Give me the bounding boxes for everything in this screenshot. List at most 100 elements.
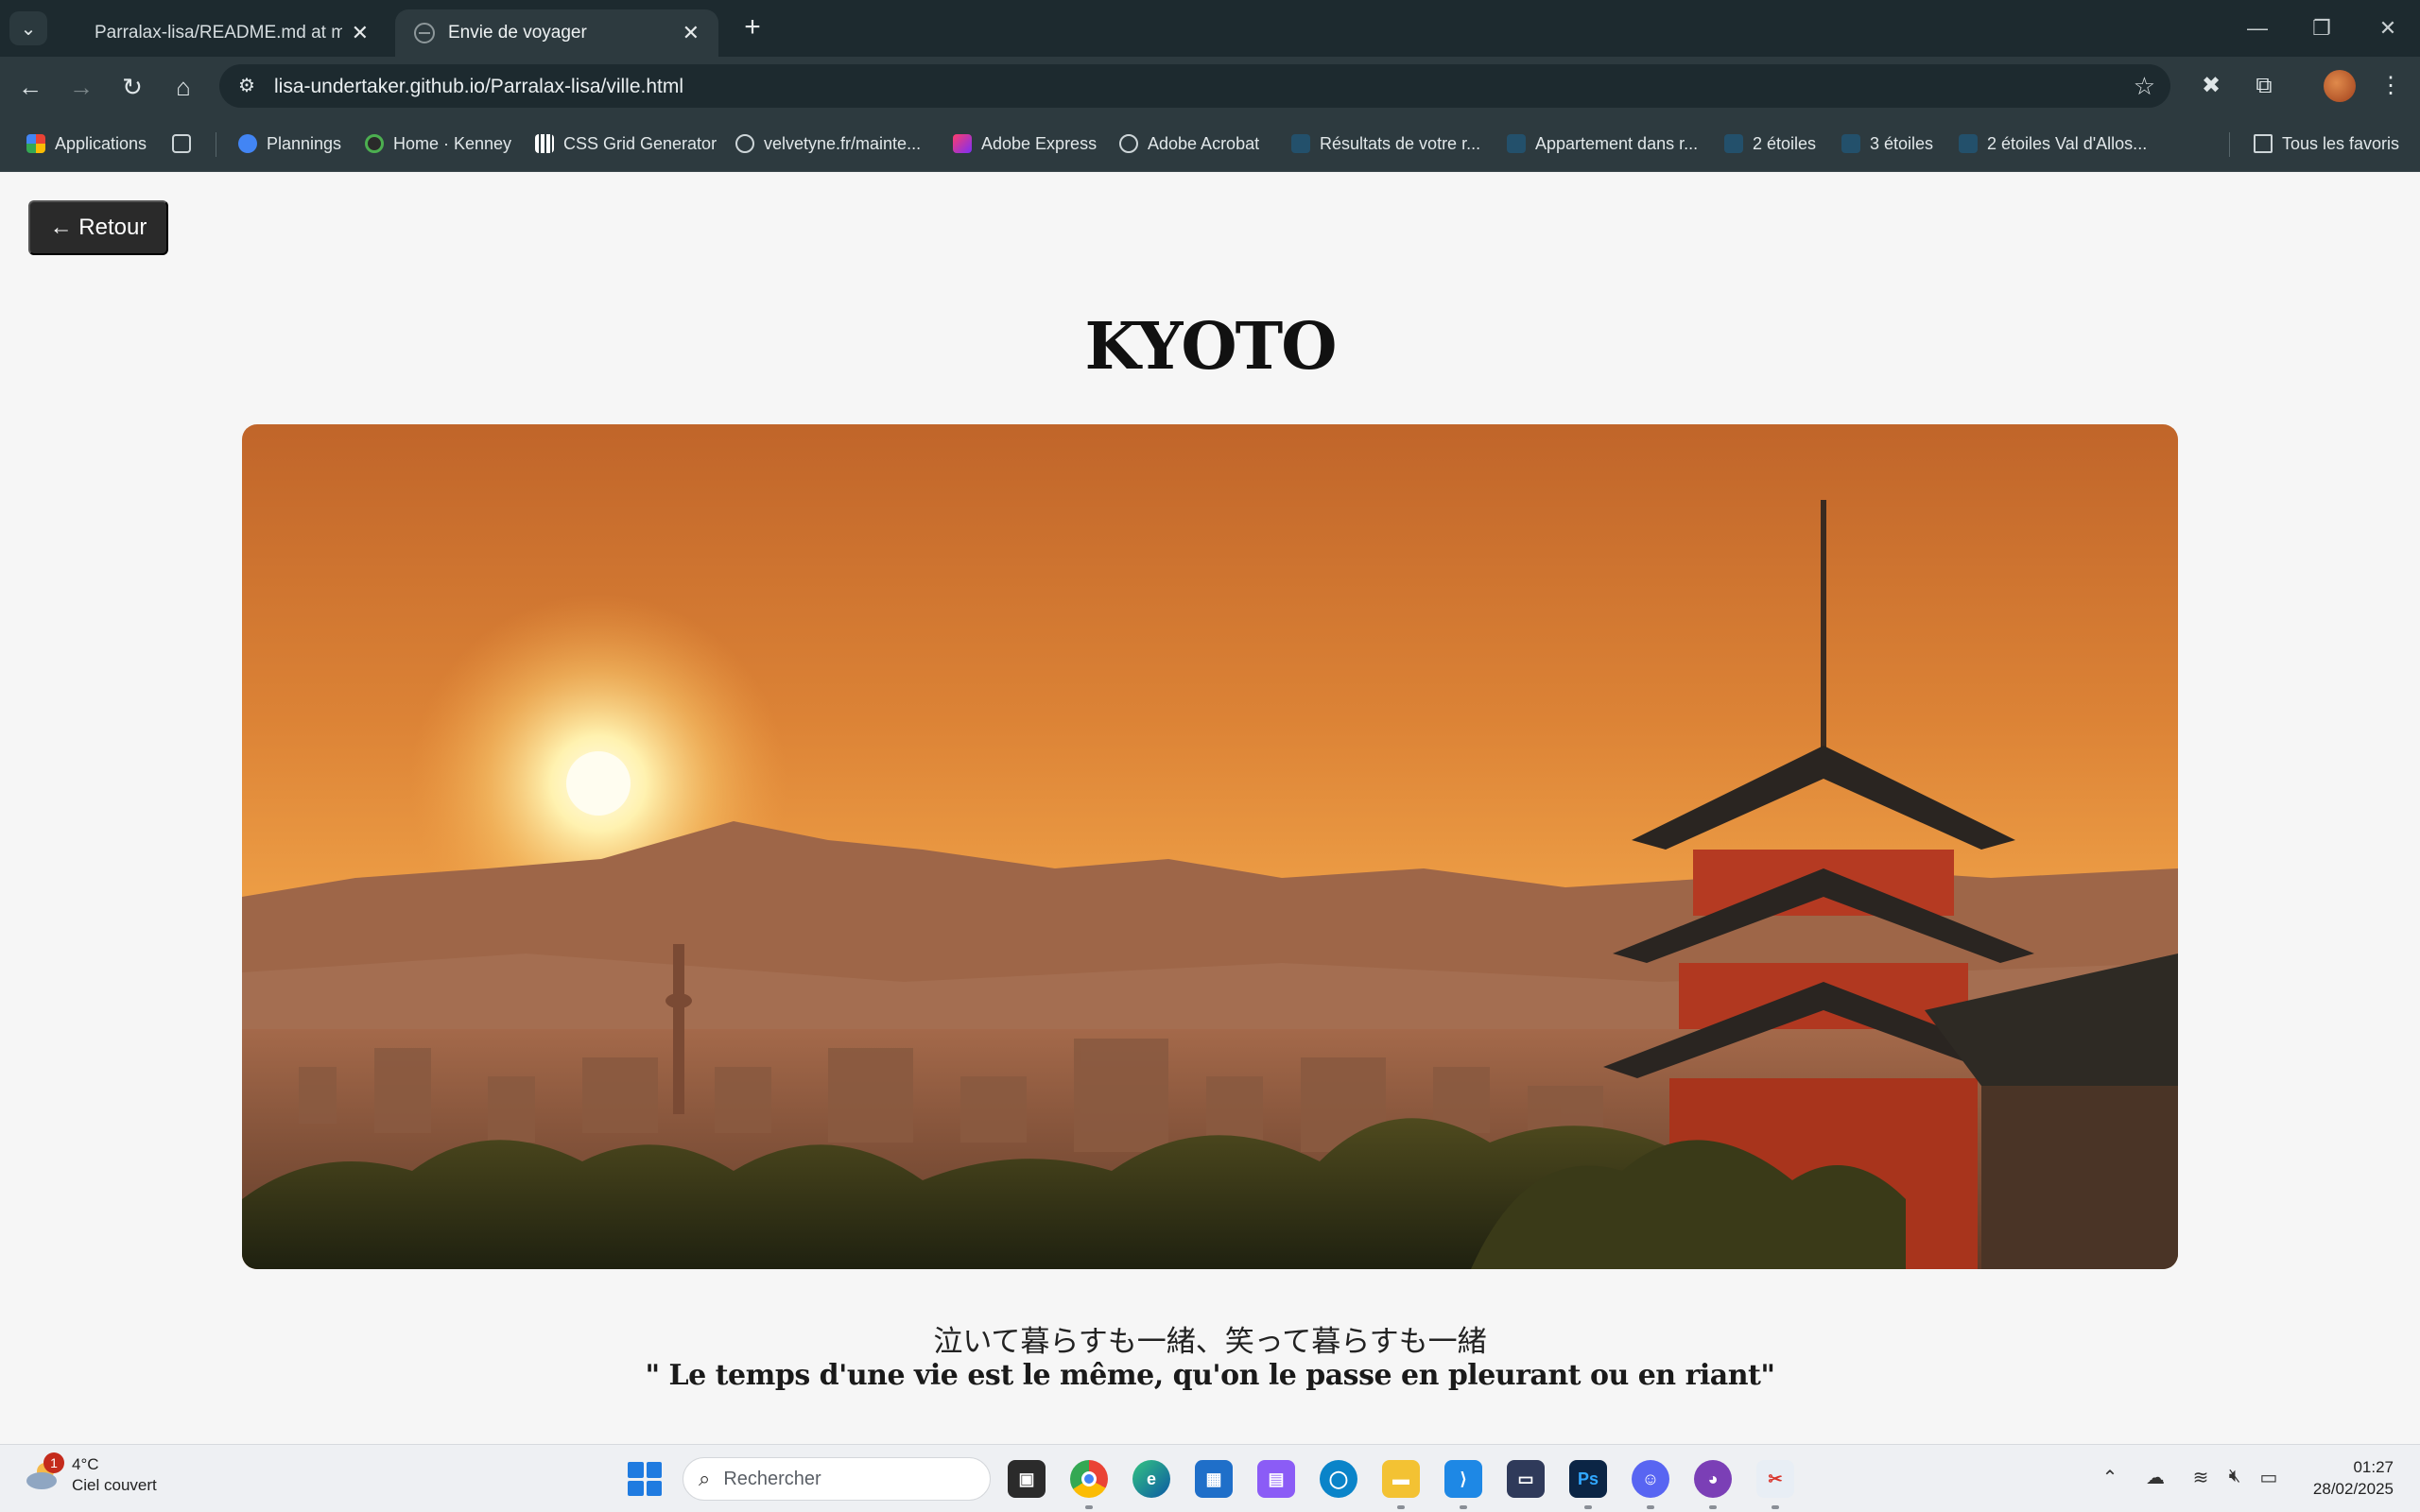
close-icon[interactable]: ✕ <box>352 21 369 45</box>
bookmarks-bar: Applications Plannings Home · Kenney CSS… <box>0 115 2420 172</box>
puzzle-icon[interactable]: ⧉ <box>2248 70 2280 102</box>
weather-desc: Ciel couvert <box>72 1476 157 1494</box>
address-bar[interactable]: ⚙ lisa-undertaker.github.io/Parralax-lis… <box>219 64 2170 108</box>
search-placeholder: Rechercher <box>723 1468 821 1489</box>
bookmark-grid[interactable] <box>172 130 200 157</box>
bookmark-separator <box>2229 132 2230 157</box>
store-icon[interactable]: ▦ <box>1195 1460 1233 1498</box>
site-icon <box>1507 134 1526 153</box>
snipping-tool-icon[interactable]: ✂ <box>1756 1460 1794 1498</box>
clock-time: 01:27 <box>2353 1458 2394 1476</box>
bookmark-plannings[interactable]: Plannings <box>238 130 341 157</box>
globe-icon <box>414 23 435 43</box>
g-logo-icon <box>238 134 257 153</box>
file-explorer-icon[interactable]: ▬ <box>1382 1460 1420 1498</box>
url-text[interactable]: lisa-undertaker.github.io/Parralax-lisa/… <box>274 76 683 98</box>
apps-grid-icon <box>26 134 45 153</box>
quote-japanese: 泣いて暮らすも一緒、笑って暮らすも一緒 <box>933 1325 1487 1359</box>
site-icon <box>1841 134 1860 153</box>
windows-start-icon[interactable] <box>628 1462 662 1496</box>
bookmark-3-etoiles[interactable]: 3 étoiles <box>1841 130 1933 157</box>
weather-badge: 1 <box>43 1452 64 1473</box>
bookmark-2-etoiles[interactable]: 2 étoiles <box>1724 130 1816 157</box>
discord-icon[interactable]: ☺ <box>1632 1460 1669 1498</box>
city-title: KYOTO <box>1084 309 1338 385</box>
weather-widget[interactable]: 1 4°C Ciel couvert <box>25 1452 157 1496</box>
site-info-icon[interactable]: ⚙ <box>234 74 259 98</box>
page-content: ← Retour KYOTO 泣いて暮らすも一緒、笑って暮らすも一緒 " Le … <box>0 172 2420 1444</box>
onedrive-cloud-icon[interactable]: ☁ <box>2142 1466 2169 1489</box>
site-icon <box>1724 134 1743 153</box>
edge-icon[interactable]: e <box>1132 1460 1170 1498</box>
bookmark-val-allos[interactable]: 2 étoiles Val d'Allos... <box>1959 130 2147 157</box>
running-indicator <box>1647 1505 1654 1509</box>
running-indicator <box>1709 1505 1717 1509</box>
running-indicator <box>1772 1505 1779 1509</box>
bookmark-applications[interactable]: Applications <box>26 130 147 157</box>
tab-envie-de-voyager[interactable]: Envie de voyager ✕ <box>395 9 718 57</box>
bookmark-adobe-acrobat[interactable]: Adobe Acrobat <box>1119 130 1259 157</box>
running-indicator <box>1397 1505 1405 1509</box>
folder-icon <box>2254 134 2273 153</box>
vscode-icon[interactable]: ⟩ <box>1444 1460 1482 1498</box>
all-bookmarks[interactable]: Tous les favoris <box>2254 130 2399 157</box>
notes-app-icon[interactable]: ▤ <box>1257 1460 1295 1498</box>
windows-taskbar: 1 4°C Ciel couvert ⌕ Rechercher ▣ e ▦ ▤ … <box>0 1444 2420 1512</box>
volume-muted-icon[interactable]: 🔇︎ <box>2221 1466 2248 1487</box>
bookmark-css-grid[interactable]: CSS Grid Generator <box>535 130 717 157</box>
wifi-icon[interactable]: ≋ <box>2187 1466 2214 1489</box>
battery-icon[interactable]: ▭ <box>2256 1466 2282 1489</box>
home-icon[interactable]: ⌂ <box>164 68 202 106</box>
remote-desktop-icon[interactable]: ▭ <box>1507 1460 1545 1498</box>
grid-generator-icon <box>535 134 554 153</box>
extension-icon[interactable]: ✖ <box>2195 70 2227 102</box>
back-button[interactable]: ← Retour <box>28 200 168 255</box>
chevron-up-icon[interactable]: ⌃ <box>2097 1466 2123 1489</box>
tab-title: Parralax-lisa/README.md at main · lisa-u… <box>95 23 342 43</box>
running-indicator <box>1584 1505 1592 1509</box>
tab-title: Envie de voyager <box>448 23 587 43</box>
cortana-icon[interactable]: ◯ <box>1320 1460 1357 1498</box>
bookmark-star-icon[interactable]: ☆ <box>2134 72 2155 101</box>
kenney-icon <box>365 134 384 153</box>
weather-temp: 4°C <box>72 1455 99 1473</box>
close-icon[interactable]: ✕ <box>683 21 700 45</box>
close-window-button[interactable]: ✕ <box>2369 11 2407 45</box>
bookmark-adobe-express[interactable]: Adobe Express <box>953 130 1097 157</box>
site-icon <box>1959 134 1978 153</box>
bookmark-appartement[interactable]: Appartement dans r... <box>1507 130 1698 157</box>
chevron-down-icon: ⌄ <box>20 18 37 40</box>
taskbar-search[interactable]: ⌕ Rechercher <box>683 1457 991 1501</box>
browser-toolbar: ← → ↻ ⌂ ⚙ lisa-undertaker.github.io/Parr… <box>0 57 2420 115</box>
new-tab-button[interactable]: + <box>737 13 768 43</box>
bookmark-velvetyne[interactable]: velvetyne.fr/mainte... <box>735 130 921 157</box>
hero-image <box>242 424 2178 1269</box>
grid-icon <box>172 134 191 153</box>
search-icon: ⌕ <box>699 1467 711 1490</box>
reload-icon[interactable]: ↻ <box>113 68 151 106</box>
quote-french: " Le temps d'une vie est le même, qu'on … <box>645 1359 1775 1392</box>
tab-search-button[interactable]: ⌄ <box>9 11 47 45</box>
bookmark-resultats[interactable]: Résultats de votre r... <box>1291 130 1480 157</box>
profile-avatar[interactable] <box>2324 70 2356 102</box>
back-arrow-icon[interactable]: ← <box>11 68 49 106</box>
running-indicator <box>1460 1505 1467 1509</box>
bookmark-kenney[interactable]: Home · Kenney <box>365 130 511 157</box>
cloudy-weather-icon: 1 <box>25 1452 64 1492</box>
system-clock[interactable]: 01:27 28/02/2025 <box>2313 1456 2394 1500</box>
forward-arrow-icon[interactable]: → <box>62 68 100 106</box>
restore-button[interactable]: ❐ <box>2303 11 2341 45</box>
minimize-button[interactable]: — <box>2238 11 2276 45</box>
tab-strip: ⌄ Parralax-lisa/README.md at main · lisa… <box>0 0 2420 57</box>
kyoto-sunset-illustration <box>242 424 2178 1269</box>
chrome-icon[interactable] <box>1070 1460 1108 1498</box>
globe-icon <box>735 134 754 153</box>
clock-date: 28/02/2025 <box>2312 1480 2394 1498</box>
menu-kebab-icon[interactable]: ⋮ <box>2375 70 2407 102</box>
task-view-icon[interactable]: ▣ <box>1008 1460 1046 1498</box>
photoshop-icon[interactable]: Ps <box>1569 1460 1607 1498</box>
tab-readme[interactable]: Parralax-lisa/README.md at main · lisa-u… <box>76 9 388 57</box>
globe-icon <box>1119 134 1138 153</box>
adobe-express-icon <box>953 134 972 153</box>
github-icon[interactable]: ◕ <box>1694 1460 1732 1498</box>
